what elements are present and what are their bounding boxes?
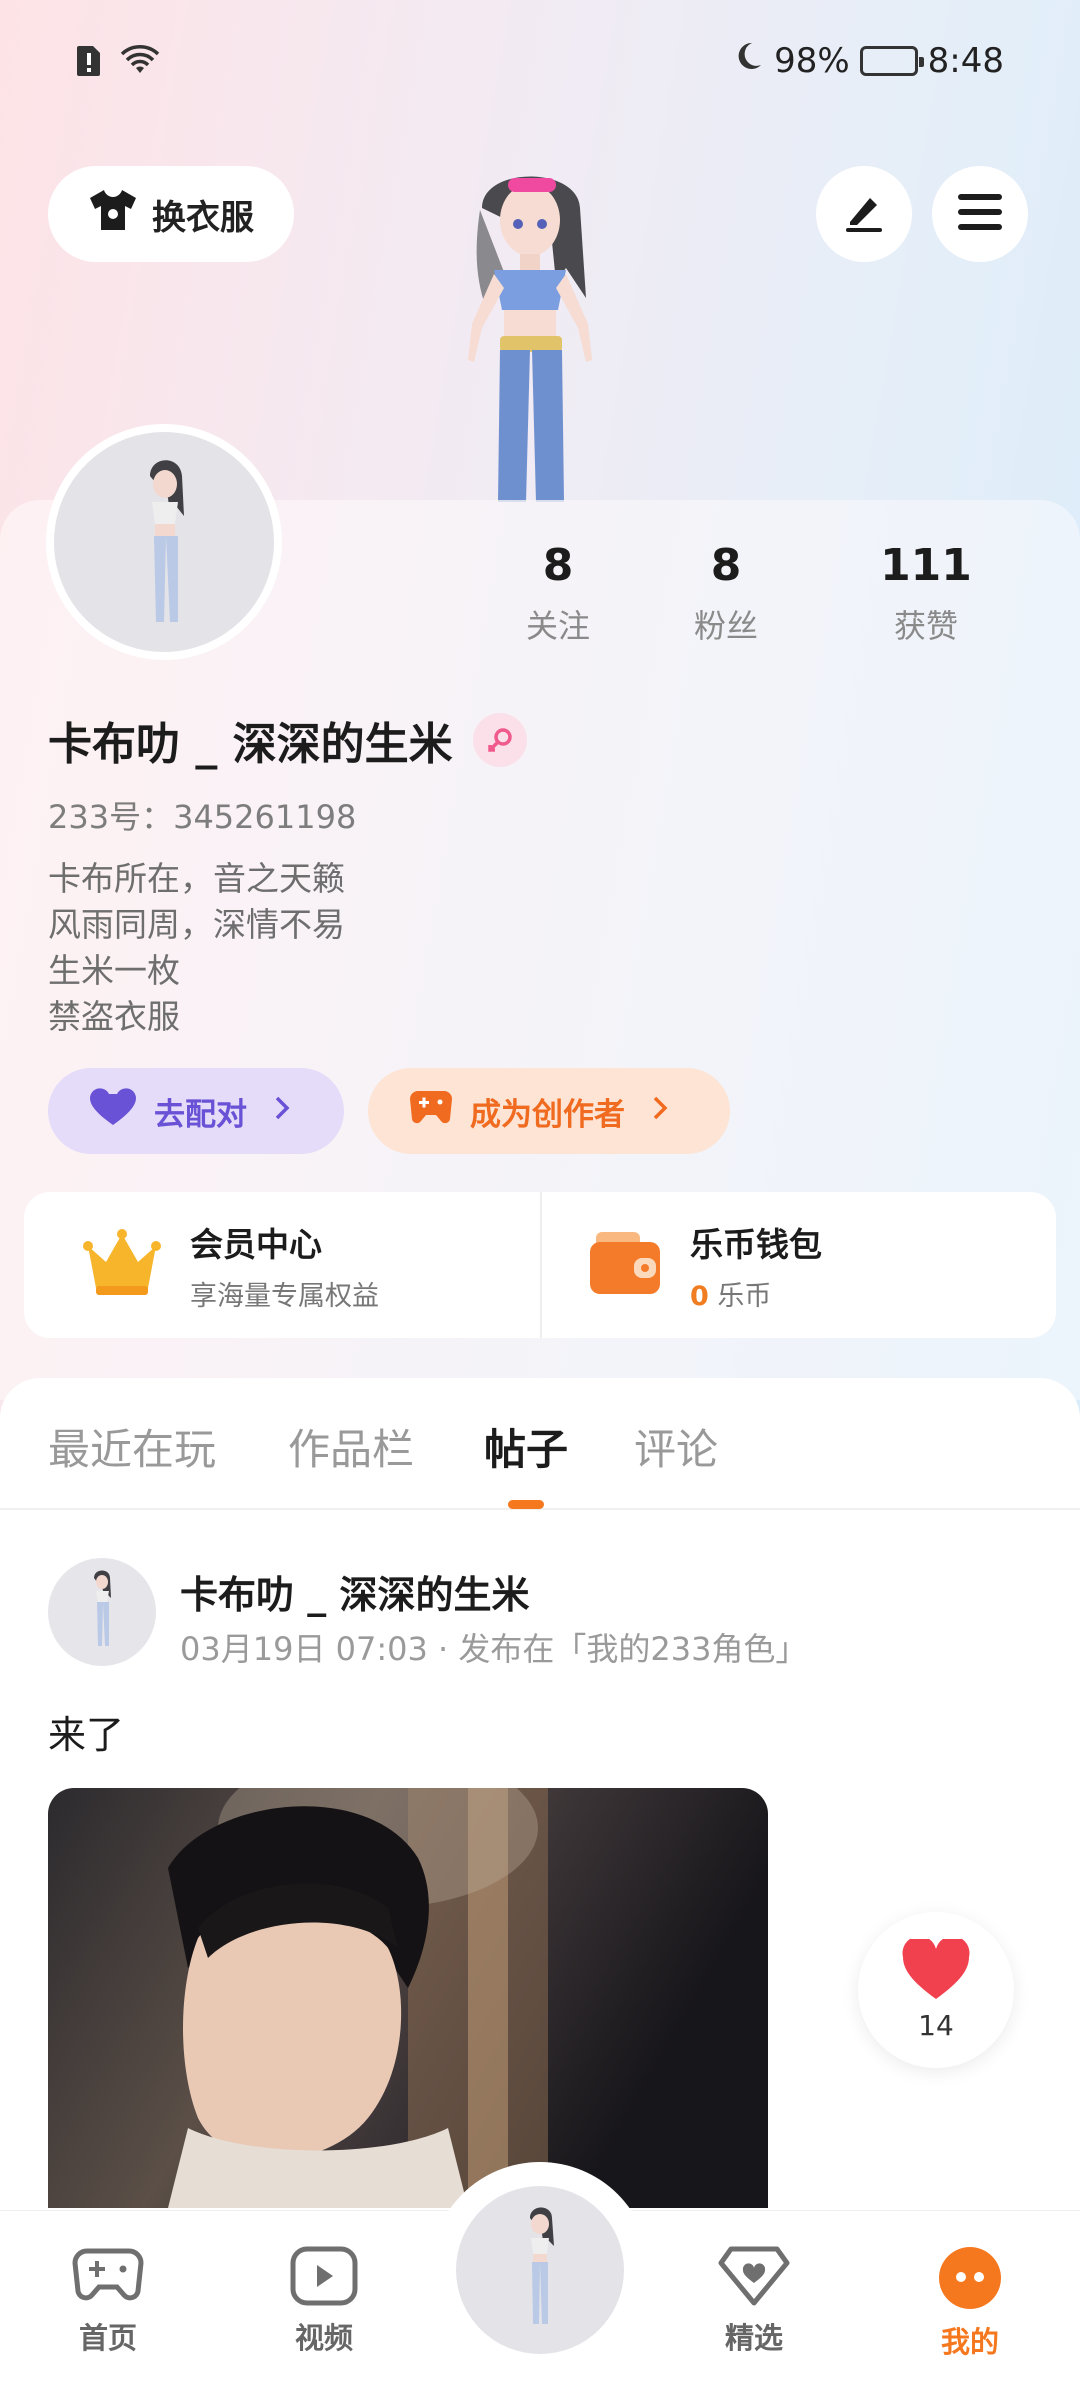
coin-wallet-title: 乐币钱包 bbox=[690, 1224, 822, 1264]
likes-stat[interactable]: 111 获赞 bbox=[826, 540, 1026, 647]
followers-stat[interactable]: 8 粉丝 bbox=[626, 540, 826, 647]
tab-works[interactable]: 作品栏 bbox=[288, 1416, 414, 1477]
match-label: 去配对 bbox=[154, 1096, 247, 1133]
diamond-heart-icon bbox=[717, 2246, 791, 2311]
following-label: 关注 bbox=[525, 607, 590, 645]
gamepad-icon bbox=[71, 2248, 145, 2311]
vip-center-title: 会员中心 bbox=[190, 1224, 322, 1264]
change-outfit-button[interactable]: 换衣服 bbox=[48, 166, 294, 262]
likes-label: 获赞 bbox=[893, 607, 958, 645]
nav-home[interactable]: 首页 bbox=[38, 2245, 178, 2357]
nav-mine-label: 我的 bbox=[940, 2325, 999, 2359]
bio-line: 卡布所在，音之天籁 bbox=[48, 859, 345, 898]
profile-face-icon bbox=[937, 2247, 1003, 2315]
heart-icon bbox=[88, 1087, 138, 1135]
like-count: 14 bbox=[918, 2008, 954, 2042]
gamepad-icon bbox=[408, 1087, 454, 1135]
moon-icon bbox=[732, 40, 764, 81]
following-count: 8 bbox=[542, 540, 574, 591]
menu-button[interactable] bbox=[932, 166, 1028, 262]
avatar-character-image[interactable] bbox=[410, 150, 650, 502]
nav-avatar-button[interactable] bbox=[456, 2186, 624, 2354]
vip-center-entry[interactable]: 会员中心 享海量专属权益 bbox=[24, 1192, 540, 1338]
chevron-right-icon bbox=[273, 1093, 291, 1129]
nav-featured[interactable]: 精选 bbox=[684, 2245, 824, 2357]
match-button[interactable]: 去配对 bbox=[48, 1068, 344, 1154]
followers-count: 8 bbox=[710, 540, 742, 591]
shirt-icon bbox=[88, 188, 138, 241]
menu-icon bbox=[956, 192, 1004, 236]
profile-tabs: 最近在玩 作品栏 帖子 评论 bbox=[0, 1378, 1080, 1510]
become-creator-button[interactable]: 成为创作者 bbox=[368, 1068, 730, 1154]
chevron-right-icon bbox=[651, 1093, 669, 1129]
post-author-avatar[interactable] bbox=[48, 1558, 156, 1666]
nickname-row: 卡布叻 _ 深深的生米 bbox=[48, 708, 527, 772]
post-meta: 03月19日 07:03 · 发布在「我的233角色」 bbox=[180, 1630, 808, 1668]
coin-unit: 乐币 bbox=[717, 1280, 772, 1312]
video-play-icon bbox=[289, 2246, 359, 2311]
status-bar: 98% 8:48 bbox=[0, 0, 1080, 130]
coin-wallet-entry[interactable]: 乐币钱包 0 乐币 bbox=[540, 1192, 1056, 1338]
female-gender-icon bbox=[472, 713, 527, 767]
nav-home-label: 首页 bbox=[78, 2321, 137, 2355]
change-outfit-label: 换衣服 bbox=[152, 197, 254, 238]
tab-comments[interactable]: 评论 bbox=[634, 1416, 718, 1477]
clock: 8:48 bbox=[927, 40, 1004, 81]
bio-line: 生米一枚 bbox=[48, 951, 180, 990]
nav-featured-label: 精选 bbox=[724, 2321, 783, 2355]
tab-posts[interactable]: 帖子 bbox=[484, 1416, 568, 1477]
post-author-name[interactable]: 卡布叻 _ 深深的生米 bbox=[180, 1564, 529, 1619]
sim-alert-icon bbox=[76, 44, 102, 82]
tab-recently-played[interactable]: 最近在玩 bbox=[48, 1416, 216, 1477]
bio-line: 禁盗衣服 bbox=[48, 997, 180, 1036]
following-stat[interactable]: 8 关注 bbox=[490, 540, 626, 647]
member-wallet-card: 会员中心 享海量专属权益 乐币钱包 0 乐币 bbox=[24, 1192, 1056, 1338]
post-image[interactable] bbox=[48, 1788, 768, 2208]
profile-bio: 卡布所在，音之天籁 风雨同周，深情不易 生米一枚 禁盗衣服 bbox=[48, 856, 345, 1040]
user-id: 233号：345261198 bbox=[48, 798, 357, 836]
nav-video[interactable]: 视频 bbox=[254, 2245, 394, 2357]
like-button[interactable]: 14 bbox=[858, 1912, 1014, 2068]
coin-balance: 0 bbox=[690, 1280, 709, 1312]
crown-icon bbox=[82, 1228, 162, 1302]
heart-icon bbox=[901, 1935, 971, 2005]
nav-mine[interactable]: 我的 bbox=[900, 2245, 1040, 2361]
wallet-icon bbox=[588, 1230, 662, 1300]
edit-profile-button[interactable] bbox=[816, 166, 912, 262]
active-tab-indicator bbox=[508, 1500, 544, 1509]
creator-label: 成为创作者 bbox=[470, 1096, 625, 1133]
battery-icon bbox=[859, 45, 924, 76]
battery-percent: 98% bbox=[774, 40, 850, 81]
vip-center-subtitle: 享海量专属权益 bbox=[190, 1280, 379, 1312]
nav-video-label: 视频 bbox=[294, 2321, 353, 2355]
bio-line: 风雨同周，深情不易 bbox=[48, 905, 345, 944]
pen-icon bbox=[840, 188, 888, 240]
profile-avatar[interactable] bbox=[46, 424, 282, 660]
likes-count: 111 bbox=[880, 540, 972, 591]
wifi-icon bbox=[120, 45, 160, 81]
post-text: 来了 bbox=[48, 1713, 125, 1757]
stats-row: 8 关注 8 粉丝 111 获赞 bbox=[490, 540, 1050, 647]
profile-nickname: 卡布叻 _ 深深的生米 bbox=[48, 719, 453, 770]
followers-label: 粉丝 bbox=[693, 607, 758, 645]
